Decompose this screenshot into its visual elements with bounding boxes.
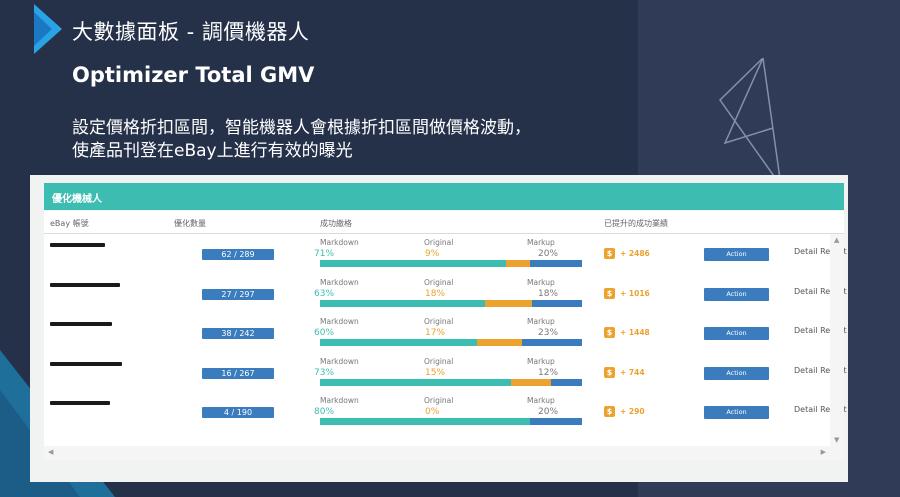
table-row: 16 / 267 Markdown Original Markup 73% 15% 12% $… bbox=[44, 354, 847, 393]
dollar-icon: $ bbox=[604, 327, 615, 338]
slide-subtitle: Optimizer Total GMV bbox=[72, 63, 315, 87]
redacted-account-name bbox=[50, 282, 120, 287]
original-label: Original bbox=[424, 356, 454, 366]
slide-title: 大數據面板 - 調價機器人 bbox=[72, 20, 310, 44]
markup-percent: 12% bbox=[538, 367, 559, 378]
original-label: Original bbox=[424, 396, 454, 405]
optimize-count-badge[interactable]: 27 / 297 bbox=[202, 288, 274, 300]
table-row: 62 / 289 Markdown Original Markup 71% 9% 20% $ +… bbox=[44, 235, 847, 274]
markup-percent: 18% bbox=[538, 288, 559, 299]
original-segment bbox=[511, 378, 551, 386]
price-distribution-bar bbox=[320, 378, 582, 386]
blue-play-logo-icon bbox=[34, 4, 62, 54]
horizontal-scrollbar[interactable]: ◀ ▶ bbox=[44, 446, 844, 460]
vertical-scrollbar[interactable]: ▲ ▼ bbox=[830, 234, 844, 446]
original-percent: 0% bbox=[425, 407, 440, 417]
gmv-gain-value: + 744 bbox=[620, 367, 645, 377]
action-button[interactable]: Action bbox=[704, 327, 769, 340]
action-button[interactable]: Action bbox=[704, 366, 769, 380]
markdown-label: Markdown bbox=[320, 317, 359, 326]
table-header: eBay 帳號 優化數量 成功繳格 已提升的成功業績 bbox=[44, 211, 844, 234]
dollar-icon: $ bbox=[604, 248, 615, 259]
price-distribution-bar bbox=[320, 299, 582, 307]
original-percent: 18% bbox=[425, 288, 446, 299]
original-segment bbox=[485, 299, 533, 307]
original-segment bbox=[477, 339, 522, 346]
col-success-price: 成功繳格 bbox=[320, 219, 352, 228]
price-distribution-bar bbox=[320, 339, 582, 346]
scroll-down-icon[interactable]: ▼ bbox=[834, 436, 839, 444]
markdown-label: Markdown bbox=[320, 396, 359, 405]
gmv-gain-value: + 2486 bbox=[620, 249, 650, 258]
markup-percent: 20% bbox=[538, 249, 559, 259]
dollar-icon: $ bbox=[604, 287, 615, 299]
triangle-outline-icon bbox=[719, 58, 782, 187]
original-segment bbox=[506, 260, 530, 267]
panel-header: 優化機械人 bbox=[44, 183, 844, 210]
price-distribution-bar bbox=[320, 418, 582, 425]
markup-percent: 20% bbox=[538, 407, 559, 417]
markdown-segment bbox=[320, 418, 530, 425]
markdown-percent: 63% bbox=[314, 288, 335, 299]
markdown-segment bbox=[320, 378, 512, 386]
redacted-account-name bbox=[50, 243, 105, 247]
optimizer-window: 優化機械人 eBay 帳號 優化數量 成功繳格 已提升的成功業績 62 / 28… bbox=[30, 175, 848, 482]
table-row: 27 / 297 Markdown Original Markup 63% 18% 18% $… bbox=[44, 275, 847, 314]
original-percent: 9% bbox=[425, 249, 440, 259]
scroll-left-icon[interactable]: ◀ bbox=[48, 448, 53, 456]
scroll-right-icon[interactable]: ▶ bbox=[821, 448, 826, 456]
redacted-account-name bbox=[50, 401, 110, 405]
description-line-2: 使產品刊登在eBay上進行有效的曝光 bbox=[72, 141, 353, 161]
optimize-count-badge[interactable]: 4 / 190 bbox=[202, 407, 274, 418]
markdown-label: Markdown bbox=[320, 356, 359, 366]
action-button[interactable]: Action bbox=[704, 406, 769, 419]
col-ebay-account: eBay 帳號 bbox=[50, 219, 89, 228]
col-gmv-gain: 已提升的成功業績 bbox=[604, 219, 668, 228]
dollar-icon: $ bbox=[604, 366, 615, 378]
robot-list: 62 / 289 Markdown Original Markup 71% 9% 20% $ +… bbox=[44, 234, 847, 446]
description-line-1: 設定價格折扣區間，智能機器人會根據折扣區間做價格波動， bbox=[72, 118, 531, 138]
table-row: 38 / 242 Markdown Original Markup 60% 17% 23% $… bbox=[44, 314, 847, 353]
original-percent: 17% bbox=[425, 328, 446, 338]
markup-label: Markup bbox=[527, 238, 555, 247]
markdown-label: Markdown bbox=[320, 238, 359, 247]
markdown-segment bbox=[320, 339, 478, 346]
price-distribution-bar bbox=[320, 260, 582, 267]
original-label: Original bbox=[424, 317, 454, 326]
scroll-up-icon[interactable]: ▲ bbox=[834, 236, 839, 244]
optimize-count-badge[interactable]: 62 / 289 bbox=[202, 249, 274, 260]
action-button[interactable]: Action bbox=[704, 287, 769, 301]
gmv-gain-value: + 1016 bbox=[620, 288, 650, 298]
optimize-count-badge[interactable]: 38 / 242 bbox=[202, 328, 274, 339]
gmv-gain-value: + 290 bbox=[620, 407, 645, 416]
redacted-account-name bbox=[50, 361, 122, 366]
markup-label: Markup bbox=[527, 277, 555, 287]
action-button[interactable]: Action bbox=[704, 248, 769, 261]
original-label: Original bbox=[424, 277, 454, 287]
original-percent: 15% bbox=[425, 367, 446, 378]
markdown-percent: 71% bbox=[314, 249, 335, 259]
markup-label: Markup bbox=[527, 317, 555, 326]
dollar-icon: $ bbox=[604, 406, 615, 417]
panel-title: 優化機械人 bbox=[52, 194, 102, 205]
markup-label: Markup bbox=[527, 356, 555, 366]
markdown-label: Markdown bbox=[320, 277, 359, 287]
slide-description: 設定價格折扣區間，智能機器人會根據折扣區間做價格波動， 使產品刊登在eBay上進… bbox=[72, 117, 632, 163]
original-label: Original bbox=[424, 238, 454, 247]
markdown-segment bbox=[320, 299, 486, 307]
markdown-percent: 60% bbox=[314, 328, 335, 338]
markdown-segment bbox=[320, 260, 507, 267]
optimize-count-badge[interactable]: 16 / 267 bbox=[202, 367, 274, 379]
markdown-percent: 80% bbox=[314, 407, 335, 417]
gmv-gain-value: + 1448 bbox=[620, 328, 650, 337]
markup-percent: 23% bbox=[538, 328, 559, 338]
markdown-percent: 73% bbox=[314, 367, 335, 378]
markup-label: Markup bbox=[527, 396, 555, 405]
table-row: 4 / 190 Markdown Original Markup 80% 0% 20% $ + … bbox=[44, 393, 847, 432]
col-optimize-count: 優化數量 bbox=[174, 219, 206, 228]
redacted-account-name bbox=[50, 322, 112, 326]
